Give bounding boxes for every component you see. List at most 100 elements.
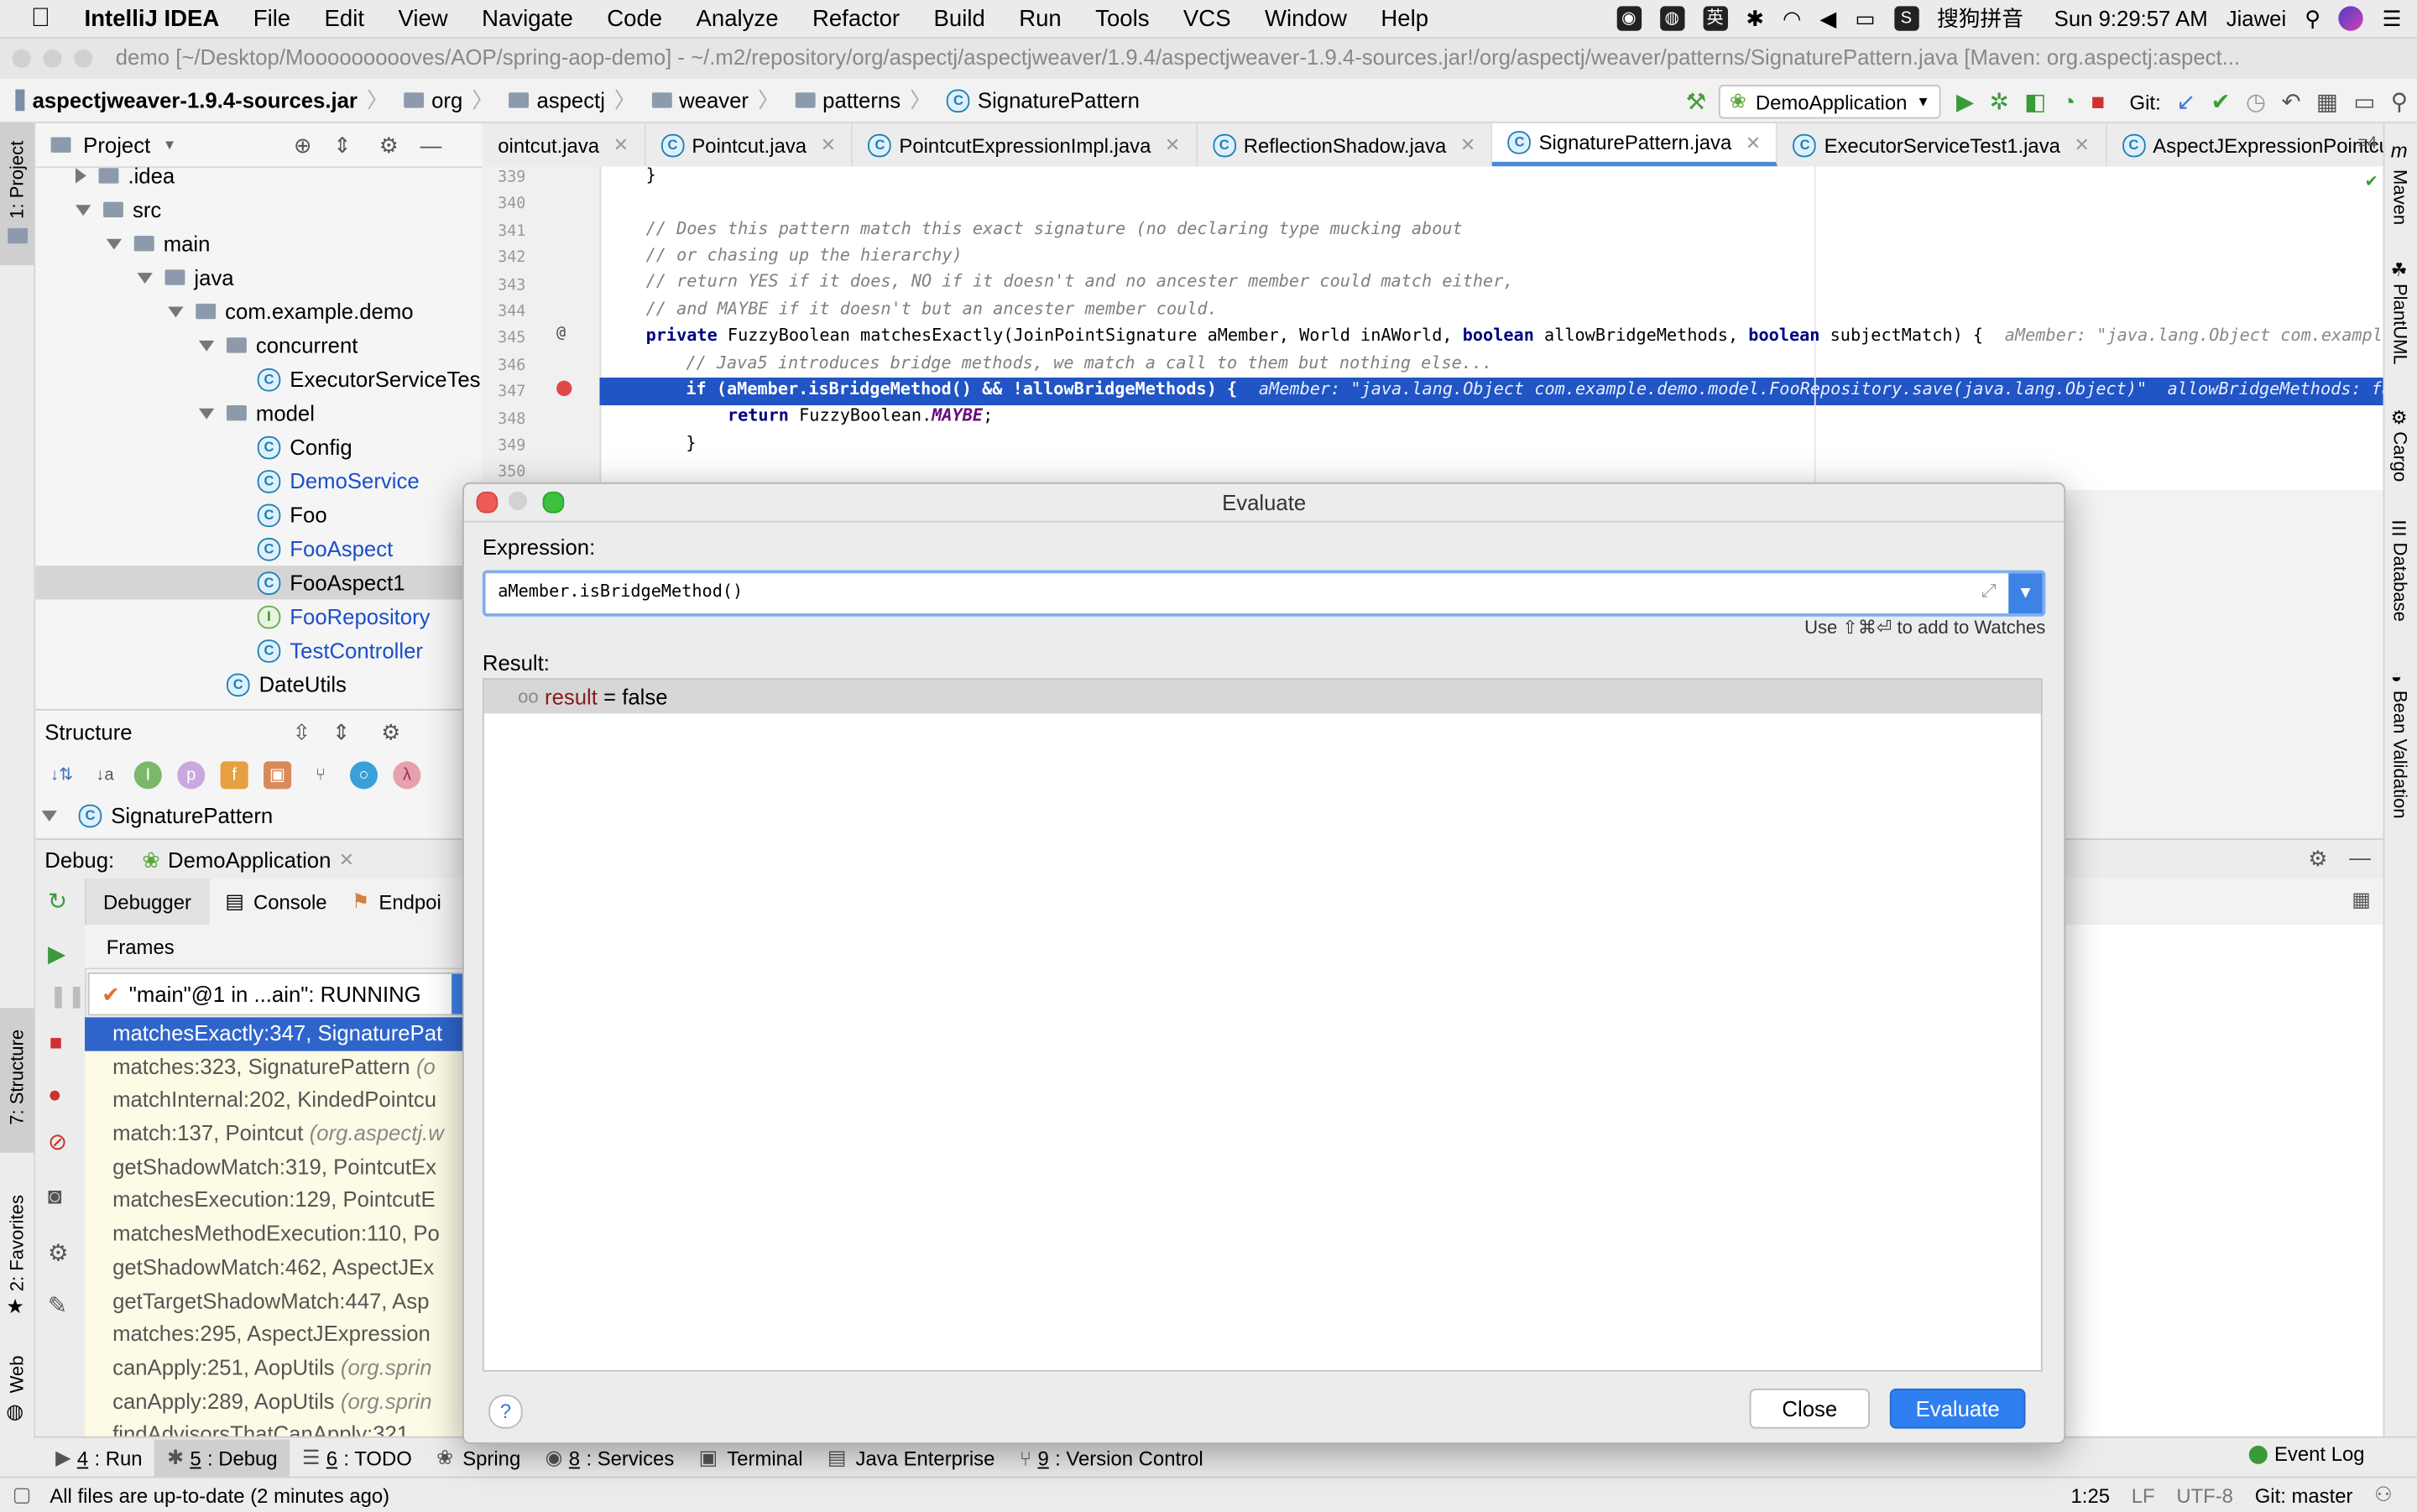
chevron-down-icon[interactable]: ▼ <box>163 137 176 152</box>
bluetooth-icon[interactable]: ✱ <box>1746 5 1764 31</box>
expand-icon[interactable]: ⤢ <box>1981 580 1997 603</box>
file-encoding[interactable]: UTF-8 <box>2176 1483 2233 1507</box>
project-structure-icon[interactable]: ▦ <box>2316 88 2338 116</box>
tree-item-dateutils[interactable]: CDateUtils <box>35 667 483 701</box>
tree-item-config[interactable]: CConfig <box>35 430 483 463</box>
tab-pointcut-java[interactable]: CPointcut.java✕ <box>645 123 853 166</box>
tree-item-com-example-demo[interactable]: com.example.demo <box>35 295 483 328</box>
tab-reflectionshadow-java[interactable]: CReflectionShadow.java✕ <box>1198 123 1493 166</box>
memory-indicator-icon[interactable]: ⚇ <box>2374 1483 2392 1507</box>
debug-session-tab[interactable]: ❀ DemoApplication ✕ <box>142 847 354 873</box>
project-view-select[interactable]: Project <box>83 133 150 157</box>
result-row[interactable]: oo result = false <box>484 680 2041 713</box>
locate-icon[interactable]: ⊕ <box>294 132 312 158</box>
favorites-tool-tab[interactable]: 2: Favorites ★ <box>0 1181 34 1319</box>
close-icon[interactable]: ✕ <box>2074 134 2089 156</box>
gear-icon[interactable]: ⚙ <box>379 132 399 158</box>
window-close-button[interactable] <box>13 50 31 68</box>
tree-item-fooaspect[interactable]: CFooAspect <box>35 532 483 566</box>
tree-item-foo[interactable]: CFoo <box>35 498 483 531</box>
marker-icon[interactable]: @ <box>556 326 566 342</box>
stack-frame[interactable]: matchesMethodExecution:110, Po <box>85 1217 470 1251</box>
event-log-button[interactable]: Event Log <box>2250 1442 2365 1466</box>
profile-icon[interactable]: ◔ <box>2062 89 2076 115</box>
app-name-menu[interactable]: IntelliJ IDEA <box>85 5 220 31</box>
stack-frame[interactable]: canApply:251, AopUtils(org.sprin <box>85 1352 470 1385</box>
camera-icon[interactable]: ◙ <box>48 1184 62 1210</box>
menu-tools[interactable]: Tools <box>1095 5 1149 31</box>
stack-frame[interactable]: getShadowMatch:462, AspectJEx <box>85 1251 470 1285</box>
tab-ointcut-java[interactable]: ointcut.java✕ <box>483 123 645 166</box>
menu-vcs[interactable]: VCS <box>1183 5 1231 31</box>
menu-window[interactable]: Window <box>1265 5 1347 31</box>
help-button[interactable]: ? <box>488 1395 522 1428</box>
stack-frame[interactable]: matchesExecution:129, PointcutE <box>85 1184 470 1217</box>
expanded-arrow-icon[interactable] <box>76 204 91 215</box>
menu-run[interactable]: Run <box>1019 5 1062 31</box>
debug-bug-icon[interactable]: ✲ <box>1990 88 2009 116</box>
gear-icon[interactable]: ⚙ <box>381 719 400 745</box>
tool-window-version-control[interactable]: ⑂9: Version Control <box>1007 1440 1215 1477</box>
build-hammer-icon[interactable]: ⚒ <box>1686 88 1707 116</box>
tree-item-java[interactable]: java <box>35 260 483 294</box>
close-icon[interactable]: ✕ <box>1460 134 1475 156</box>
line-separator[interactable]: LF <box>2132 1483 2155 1507</box>
code-editor[interactable]: 339340341342343344345346347348349350 @ }… <box>483 166 2383 490</box>
web-tool-tab[interactable]: Web ◍ <box>0 1341 34 1433</box>
tree-item-src[interactable]: src <box>35 193 483 227</box>
breadcrumb-item[interactable]: weaver <box>651 88 749 112</box>
menu-view[interactable]: View <box>398 5 447 31</box>
sort-by-visibility-icon[interactable]: ↓⇅ <box>48 761 76 789</box>
stack-frame[interactable]: match:137, Pointcut(org.aspectj.w <box>85 1118 470 1151</box>
apple-icon[interactable]:  <box>31 3 50 34</box>
lambda-icon[interactable]: λ <box>393 761 420 789</box>
caret-position[interactable]: 1:25 <box>2071 1483 2110 1507</box>
stack-frame[interactable]: matchInternal:202, KindedPointcu <box>85 1084 470 1118</box>
show-anonymous-icon[interactable]: ⑂ <box>307 761 335 789</box>
close-icon[interactable]: ✕ <box>339 849 354 871</box>
stack-frame[interactable]: getShadowMatch:319, PointcutEx <box>85 1151 470 1185</box>
breakpoint-icon[interactable] <box>556 381 572 396</box>
tree-item--idea[interactable]: .idea <box>35 159 483 192</box>
presentation-icon[interactable]: ▭ <box>2353 88 2375 116</box>
show-non-public-icon[interactable]: ▣ <box>264 761 291 789</box>
stack-frame[interactable]: findAdvisorsThatCanApply:321, <box>85 1418 470 1436</box>
menu-refactor[interactable]: Refactor <box>812 5 900 31</box>
expanded-arrow-icon[interactable] <box>199 340 214 351</box>
bean-validation-tool-label[interactable]: Bean Validation <box>2389 691 2411 819</box>
editor-gutter[interactable]: 339340341342343344345346347348349350 <box>483 166 601 490</box>
thread-selector[interactable]: ✔ "main"@1 in ...ain": RUNNING <box>88 972 469 1015</box>
expanded-arrow-icon[interactable] <box>199 408 214 419</box>
search-everywhere-icon[interactable]: ⚲ <box>2391 88 2408 116</box>
tool-window-spring[interactable]: ❀Spring <box>424 1440 532 1477</box>
maven-tool-label[interactable]: Maven <box>2389 169 2411 225</box>
tree-item-main[interactable]: main <box>35 227 483 260</box>
run-configuration-select[interactable]: ❀ DemoApplication ▼ <box>1719 85 1941 118</box>
tab-debugger[interactable]: Debugger <box>85 879 210 925</box>
stack-frame[interactable]: getTargetShadowMatch:447, Asp <box>85 1285 470 1318</box>
layout-icon[interactable]: ▦ <box>2352 888 2371 912</box>
evaluate-button[interactable]: Evaluate <box>1890 1389 2026 1429</box>
breadcrumb-item[interactable]: patterns <box>795 88 901 112</box>
run-icon[interactable]: ▶ <box>1956 88 1974 116</box>
expanded-arrow-icon[interactable] <box>107 238 122 249</box>
tool-window-todo[interactable]: ☰6: TODO <box>290 1440 424 1477</box>
tab-console[interactable]: ▤Console <box>210 879 342 925</box>
structure-tree-root[interactable]: C SignaturePattern <box>35 797 483 834</box>
siri-icon[interactable] <box>2339 6 2363 30</box>
clock[interactable]: Sun 9:29:57 AM <box>2054 6 2208 30</box>
menu-file[interactable]: File <box>253 5 290 31</box>
tab-executorservicetest1-java[interactable]: CExecutorServiceTest1.java✕ <box>1778 123 2106 166</box>
tree-item-concurrent[interactable]: concurrent <box>35 328 483 362</box>
status-app-icon[interactable]: ◉ <box>1616 6 1641 30</box>
git-update-icon[interactable]: ↙ <box>2176 88 2195 116</box>
tree-item-testcontroller[interactable]: CTestController <box>35 633 483 667</box>
expanded-arrow-icon[interactable] <box>137 272 152 283</box>
show-lambdas-icon[interactable]: ○ <box>350 761 378 789</box>
input-method-label[interactable]: 搜狗拼音 <box>1937 3 2023 34</box>
collapse-all-icon[interactable]: ⇕ <box>333 132 352 158</box>
show-fields-icon[interactable]: f <box>221 761 248 789</box>
stack-frame[interactable]: matchesExactly:347, SignaturePat <box>85 1017 470 1051</box>
close-icon[interactable]: ✕ <box>821 134 836 156</box>
view-breakpoints-icon[interactable]: ● <box>48 1082 62 1108</box>
